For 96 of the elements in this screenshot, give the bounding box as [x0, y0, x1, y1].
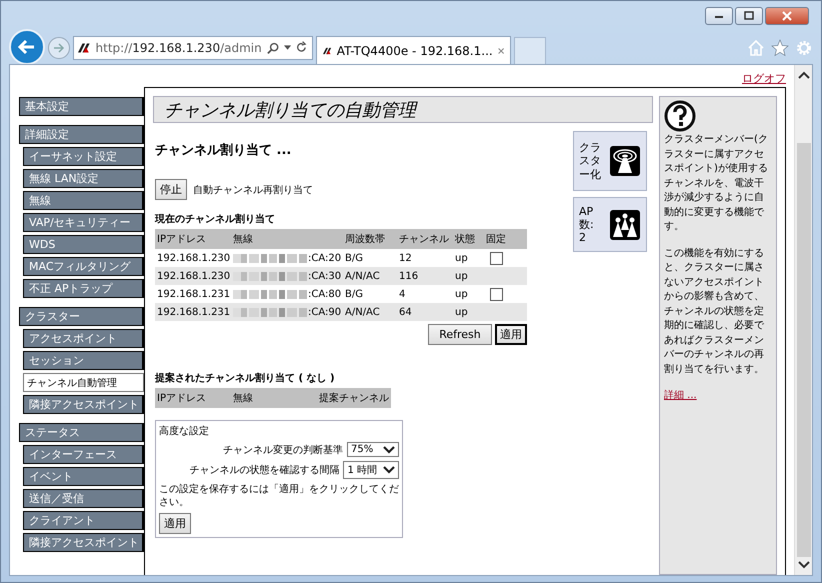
column-header: 固定 [485, 232, 507, 246]
panel-title: 高度な設定 [159, 424, 209, 438]
nav-item[interactable]: 不正 APトラップ [23, 279, 144, 298]
field-label: チャンネル変更の判断基準 [223, 444, 343, 456]
table-cell: :CA:20 [308, 252, 342, 264]
nav-item[interactable]: イベント [23, 467, 144, 486]
chevron-down-icon [383, 446, 395, 454]
card-label: AP数: 2 [579, 204, 595, 244]
refresh-button[interactable]: Refresh [428, 324, 492, 345]
nav-item[interactable]: 無線 LAN設定 [23, 169, 144, 188]
table-cell-text: 116 [399, 270, 420, 282]
nav-item[interactable]: 無線 [23, 191, 144, 210]
nav-item[interactable]: クライアント [23, 511, 144, 530]
stop-button[interactable]: 停止 [155, 179, 187, 200]
table-cell-text: 192.168.1.231 [157, 288, 232, 300]
nav-group[interactable]: 詳細設定 [19, 125, 144, 144]
nav-item[interactable]: VAP/セキュリティー [23, 213, 144, 232]
hint-text: この設定を保存するには「適用」をクリックしてください。 [159, 483, 399, 509]
nav-item[interactable]: 隣接アクセスポイント [23, 395, 144, 414]
scrollbar[interactable] [794, 65, 812, 575]
table-cell-text: 192.168.1.231 [157, 306, 232, 318]
column-header: IPアドレス [157, 233, 207, 246]
address-field[interactable]: http://192.168.1.230/admin [73, 36, 313, 60]
dropdown[interactable]: 1 時間 [343, 461, 399, 479]
close-button[interactable] [765, 7, 809, 25]
dropdown[interactable]: 75% [347, 442, 399, 457]
stop-label: 自動チャンネル再割り当て [193, 184, 313, 196]
logo-icon [78, 42, 91, 52]
nav-item[interactable]: 送信／受信 [23, 489, 144, 508]
help-text: クラスターメンバー(クラスターに属すアクセスポイント)が使用するチャンネルを、電波干渉が減少するように自動的に変更する機能です。 [664, 133, 769, 234]
table-cell-text: 192.168.1.230 [157, 252, 232, 264]
nav-item[interactable]: インターフェース [23, 445, 144, 464]
column-header: 無線 [233, 233, 254, 246]
minimize-button[interactable] [705, 7, 733, 25]
logoff-link[interactable]: ログオフ [742, 71, 786, 87]
nav-group[interactable]: クラスター [19, 307, 144, 326]
search-icon[interactable] [266, 40, 280, 54]
star-icon[interactable] [771, 38, 789, 56]
nav-group[interactable]: ステータス [19, 423, 144, 442]
details-link[interactable]: 詳細 ... [664, 390, 697, 401]
logo-icon [323, 46, 332, 56]
table-cell-text: 64 [399, 306, 413, 318]
close-icon[interactable] [498, 46, 504, 56]
help-text: この機能を有効にすると、クラスターに属さないアクセスポイントからの影響も含めて、チャンネルの状態を定期的に確認し、必要であればクラスターメンバーのチャンネルの再割り当てを行います。 [664, 246, 765, 376]
nav-item[interactable]: 隣接アクセスポイント [23, 533, 144, 552]
nav-item[interactable]: WDS [23, 235, 144, 254]
nav-group[interactable]: 基本設定 [19, 97, 144, 116]
table-cell-text: A/N/AC [345, 306, 381, 318]
table-cell-text: up [455, 288, 469, 300]
maximize-button[interactable] [735, 7, 763, 25]
checkbox[interactable] [490, 252, 502, 264]
section-title: チャンネル割り当て ... [155, 142, 292, 159]
nav-item[interactable]: アクセスポイント [23, 329, 144, 348]
scroll-down-icon[interactable] [798, 561, 810, 569]
nav-item[interactable]: チャンネル自動管理 [23, 373, 144, 392]
table-cell: :CA:90 [308, 306, 342, 318]
table-cell-text: 12 [399, 252, 413, 264]
table-cell-text: up [455, 306, 469, 318]
nav-item[interactable]: MACフィルタリング [23, 257, 144, 276]
table-cell-text: up [455, 270, 469, 282]
column-header: 状態 [455, 232, 476, 246]
refresh-icon[interactable] [296, 41, 308, 54]
scroll-up-icon[interactable] [798, 71, 810, 79]
column-header: 無線 [233, 392, 254, 405]
apply-button[interactable]: 適用 [159, 513, 191, 534]
table-title: 現在のチャンネル割り当て [155, 212, 276, 226]
checkbox[interactable] [490, 288, 502, 300]
nav-item[interactable]: セッション [23, 351, 144, 370]
antenna-icon [610, 146, 640, 176]
question-icon [664, 100, 696, 132]
column-header: IPアドレス [157, 392, 207, 405]
maximize-icon [743, 11, 755, 21]
column-header: 周波数帯 [345, 232, 386, 246]
browser-tab[interactable]: AT-TQ4400e - 192.168.1... [316, 36, 511, 64]
chevron-down-icon [383, 466, 395, 474]
forward-arrow-icon [52, 40, 66, 54]
apply-button[interactable]: 適用 [495, 324, 527, 345]
nav-item[interactable]: イーサネット設定 [23, 147, 144, 166]
table-cell: :CA:80 [308, 288, 342, 300]
card-label: クラスター化 [579, 141, 602, 181]
table-cell-text: 192.168.1.230 [157, 270, 232, 282]
table-cell: :CA:30 [308, 270, 342, 282]
table-title: 提案されたチャンネル割り当て ( なし ) [155, 371, 336, 385]
page-title: チャンネル割り当ての自動管理 [153, 96, 653, 123]
table-cell-text: up [455, 252, 469, 264]
column-header: チャンネル [399, 233, 450, 246]
table-cell-text: 4 [399, 288, 406, 300]
table-cell-text: B/G [345, 288, 364, 300]
dropdown-icon[interactable] [284, 44, 292, 50]
close-icon [781, 11, 793, 21]
column-header: 提案チャンネル [318, 392, 389, 405]
table-cell-text: B/G [345, 252, 364, 264]
table-cell-text: A/N/AC [345, 270, 381, 282]
back-button[interactable] [9, 28, 45, 64]
field-label: チャンネルの状態を確認する間隔 [189, 464, 340, 477]
people-icon [610, 210, 640, 240]
